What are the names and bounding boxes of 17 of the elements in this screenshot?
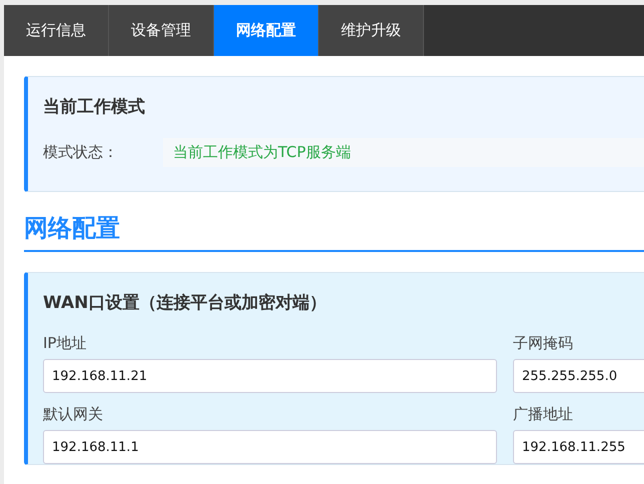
card-title: WAN口设置（连接平台或加密对端）: [43, 292, 328, 314]
field-label: IP地址: [43, 334, 88, 353]
card-title: 当前工作模式: [43, 96, 146, 118]
tab[interactable]: 设备管理: [109, 5, 214, 56]
tab[interactable]: 网络配置: [214, 5, 319, 56]
mode-status: 当前工作模式为TCP服务端: [163, 138, 644, 167]
section-title: 网络配置: [24, 212, 644, 252]
input-field[interactable]: 192.168.11.1: [43, 430, 497, 464]
tab[interactable]: 维护升级: [319, 5, 424, 56]
field-label: 子网掩码: [513, 334, 574, 353]
input-field[interactable]: 255.255.255.0: [513, 359, 644, 393]
field-label: 默认网关: [43, 405, 104, 424]
input-field[interactable]: 192.168.11.21: [43, 359, 497, 393]
input-field[interactable]: 192.168.11.255: [513, 430, 644, 464]
tab[interactable]: 运行信息: [4, 5, 109, 56]
field-label: 广播地址: [513, 405, 574, 424]
mode-label: 模式状态：: [43, 143, 119, 162]
